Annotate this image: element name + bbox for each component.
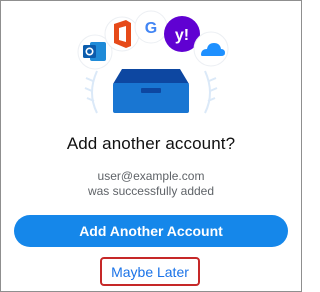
add-account-dialog: G y! Add another account? user@example.c… xyxy=(0,0,302,292)
google-icon: G xyxy=(134,10,168,44)
add-another-account-button[interactable]: Add Another Account xyxy=(14,215,288,247)
dialog-title: Add another account? xyxy=(66,134,236,153)
office-icon xyxy=(104,16,140,52)
svg-text:G: G xyxy=(145,20,157,37)
maybe-later-button[interactable]: Maybe Later xyxy=(100,257,200,286)
account-email: user@example.com xyxy=(97,169,205,183)
svg-text:y!: y! xyxy=(175,27,189,44)
inbox-tray-icon xyxy=(113,69,189,113)
success-message: was successfully added xyxy=(87,184,215,198)
onedrive-icon xyxy=(193,31,229,67)
accounts-illustration: G y! xyxy=(77,10,229,114)
